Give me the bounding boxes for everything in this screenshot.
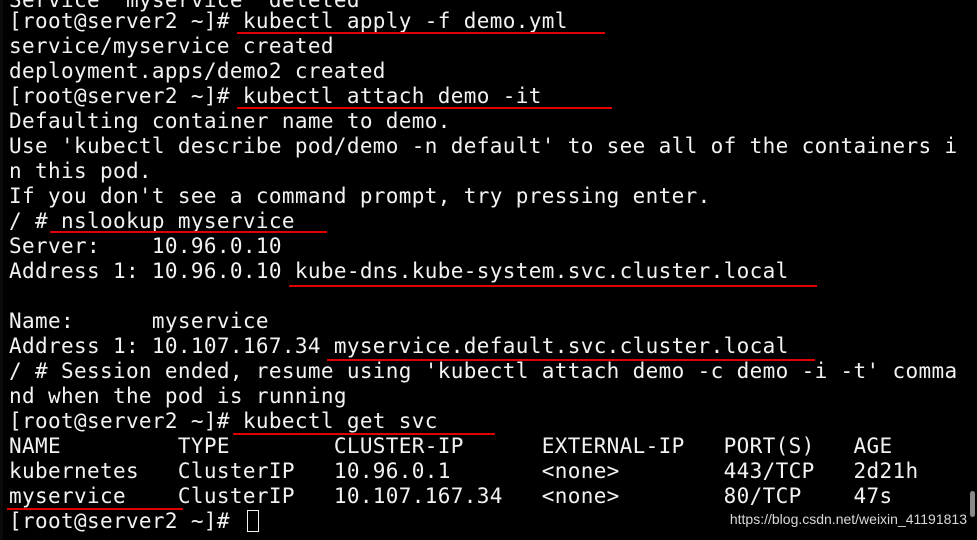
watermark-text: https://blog.csdn.net/weixin_41191813 xyxy=(729,511,967,527)
text-cursor xyxy=(246,510,259,532)
table-row: kubernetes ClusterIP 10.96.0.1 <none> 44… xyxy=(9,459,919,483)
highlight-underline xyxy=(233,433,495,435)
output-line: deployment.apps/demo2 created xyxy=(9,59,386,83)
prompt-command-line: [root@server2 ~]# kubectl apply -f demo.… xyxy=(9,9,568,33)
output-line: If you don't see a command prompt, try p… xyxy=(9,184,711,208)
highlight-underline xyxy=(237,107,612,109)
highlight-underline xyxy=(327,359,815,361)
table-row: myservice ClusterIP 10.107.167.34 <none>… xyxy=(9,484,893,508)
output-line: Name: myservice xyxy=(9,309,269,333)
prompt-command-line: [root@server2 ~]# kubectl attach demo -i… xyxy=(9,84,542,108)
table-header-row: NAME TYPE CLUSTER-IP EXTERNAL-IP PORT(S)… xyxy=(9,434,893,458)
prompt-line[interactable]: [root@server2 ~]# xyxy=(9,509,259,534)
output-line: Server: 10.96.0.10 xyxy=(9,234,282,258)
output-line: Defaulting container name to demo. xyxy=(9,109,451,133)
prompt-text: [root@server2 ~]# xyxy=(9,509,243,533)
scrollbar[interactable] xyxy=(970,491,975,517)
prompt-command-line: [root@server2 ~]# kubectl get svc xyxy=(9,409,438,433)
output-line: Address 1: 10.107.167.34 myservice.defau… xyxy=(9,334,789,358)
highlight-underline xyxy=(7,508,183,510)
output-line: / # Session ended, resume using 'kubectl… xyxy=(9,359,958,383)
highlight-underline xyxy=(237,32,605,34)
terminal-window[interactable]: Service "myservice" deleted [root@server… xyxy=(0,0,977,540)
output-line: Address 1: 10.96.0.10 kube-dns.kube-syst… xyxy=(9,259,789,283)
output-line: service/myservice created xyxy=(9,34,334,58)
highlight-underline xyxy=(289,285,817,287)
window-edge xyxy=(0,0,3,540)
output-line: n this pod. xyxy=(9,159,152,183)
highlight-underline xyxy=(50,231,327,233)
output-line: nd when the pod is running xyxy=(9,384,347,408)
output-line: Use 'kubectl describe pod/demo -n defaul… xyxy=(9,134,958,158)
